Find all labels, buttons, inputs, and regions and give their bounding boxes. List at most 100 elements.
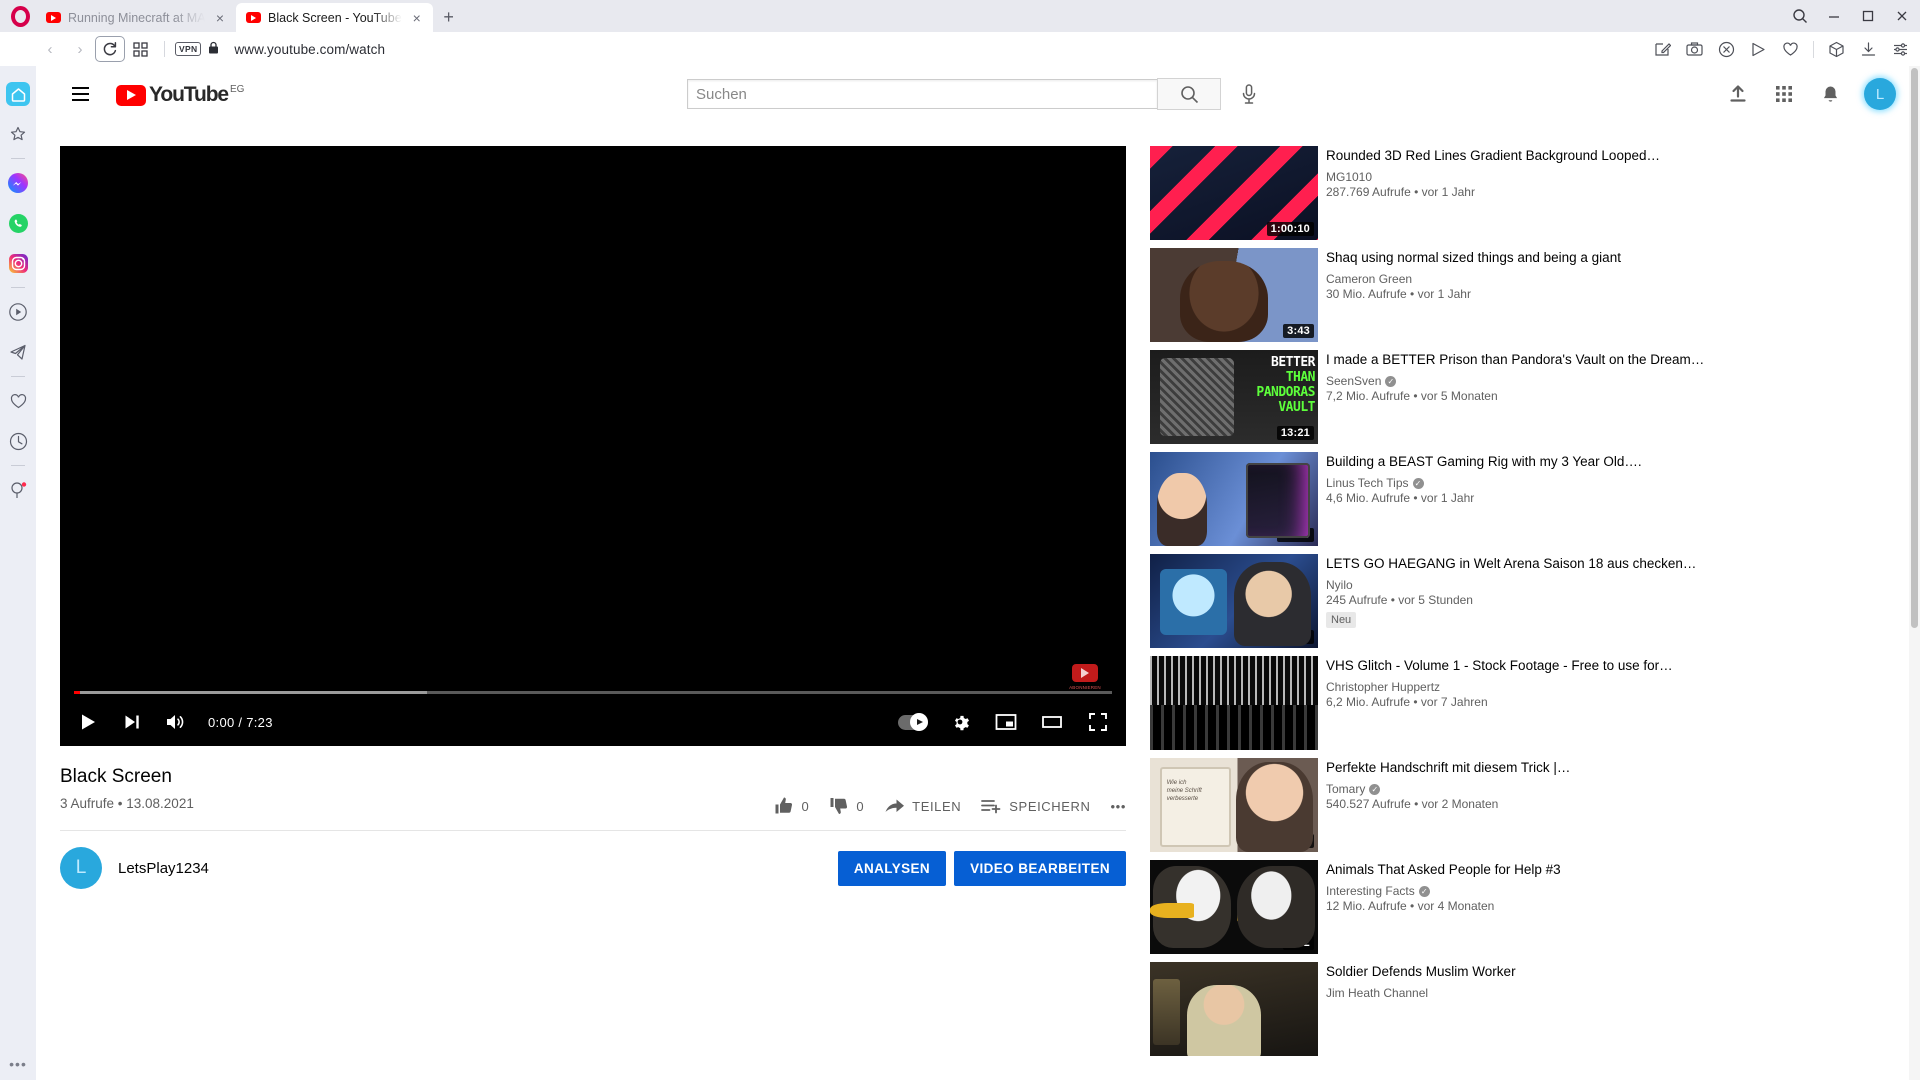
telegram-icon[interactable]: [6, 340, 30, 364]
youtube-apps-icon[interactable]: [1772, 82, 1796, 106]
send-icon[interactable]: [1749, 40, 1768, 59]
browser-tab-2-active[interactable]: Black Screen - YouTube ×: [236, 3, 433, 32]
sidebar-more-button[interactable]: •••: [0, 1056, 36, 1072]
more-actions-button[interactable]: •••: [1111, 799, 1126, 814]
channel-name[interactable]: Jim Heath Channel: [1326, 986, 1428, 1000]
save-button[interactable]: SPEICHERN: [981, 796, 1090, 816]
like-button[interactable]: 0: [774, 796, 809, 816]
video-title[interactable]: Soldier Defends Muslim Worker: [1326, 963, 1886, 981]
close-icon[interactable]: ×: [212, 11, 228, 25]
search-button[interactable]: [1157, 78, 1221, 110]
history-clock-icon[interactable]: [6, 429, 30, 453]
video-title[interactable]: LETS GO HAEGANG in Welt Arena Saison 18 …: [1326, 555, 1886, 573]
scrollbar-thumb[interactable]: [1911, 68, 1918, 628]
settings-gear-icon[interactable]: [946, 708, 974, 736]
video-thumbnail[interactable]: 3:43: [1150, 248, 1318, 342]
subscribe-watermark[interactable]: ABONNIEREN: [1068, 664, 1102, 694]
upload-video-icon[interactable]: [1726, 82, 1750, 106]
minimize-icon[interactable]: [1824, 6, 1844, 26]
video-title[interactable]: Building a BEAST Gaming Rig with my 3 Ye…: [1326, 453, 1886, 471]
page-scrollbar[interactable]: [1909, 66, 1920, 1080]
opera-logo-icon[interactable]: [4, 0, 36, 32]
video-title[interactable]: Animals That Asked People for Help #3: [1326, 861, 1886, 879]
list-item[interactable]: 40:01 VHS Glitch - Volume 1 - Stock Foot…: [1150, 656, 1886, 750]
theater-mode-icon[interactable]: [1038, 708, 1066, 736]
list-item[interactable]: 18:09 Building a BEAST Gaming Rig with m…: [1150, 452, 1886, 546]
tab-islands-icon[interactable]: [126, 37, 154, 61]
video-thumbnail[interactable]: [1150, 962, 1318, 1056]
heart-icon[interactable]: [1781, 40, 1800, 59]
video-thumbnail[interactable]: 6:42: [1150, 860, 1318, 954]
search-icon[interactable]: [1790, 6, 1810, 26]
channel-name[interactable]: LetsPlay1234: [118, 860, 209, 877]
fullscreen-icon[interactable]: [1084, 708, 1112, 736]
video-title[interactable]: VHS Glitch - Volume 1 - Stock Footage - …: [1326, 657, 1886, 675]
dislike-button[interactable]: 0: [829, 796, 864, 816]
miniplayer-icon[interactable]: [992, 708, 1020, 736]
channel-name[interactable]: Cameron Green: [1326, 272, 1412, 286]
heart-icon[interactable]: [6, 389, 30, 413]
video-player[interactable]: ABONNIEREN 0:00 / 7:23: [60, 146, 1126, 746]
analytics-button[interactable]: ANALYSEN: [837, 850, 947, 886]
list-item[interactable]: Wie ich meine Schrift verbesserte 9:41 Per…: [1150, 758, 1886, 852]
messenger-icon[interactable]: [6, 171, 30, 195]
account-avatar[interactable]: L: [1864, 78, 1896, 110]
video-thumbnail[interactable]: Wie ich meine Schrift verbesserte 9:41: [1150, 758, 1318, 852]
video-thumbnail[interactable]: 18:09: [1150, 452, 1318, 546]
microphone-icon[interactable]: [1229, 74, 1269, 114]
edit-page-icon[interactable]: [1653, 40, 1672, 59]
player-icon[interactable]: [6, 300, 30, 324]
channel-name[interactable]: Tomary: [1326, 782, 1365, 796]
video-title[interactable]: Shaq using normal sized things and being…: [1326, 249, 1886, 267]
video-thumbnail[interactable]: 10:10: [1150, 554, 1318, 648]
channel-avatar[interactable]: L: [60, 847, 102, 889]
snapshot-icon[interactable]: [1685, 40, 1704, 59]
home-icon[interactable]: [6, 82, 30, 106]
instagram-icon[interactable]: [6, 251, 30, 275]
back-button[interactable]: ‹: [36, 37, 64, 61]
play-button-icon[interactable]: [74, 708, 102, 736]
list-item[interactable]: 10:10 LETS GO HAEGANG in Welt Arena Sais…: [1150, 554, 1886, 648]
easy-setup-icon[interactable]: [1891, 40, 1910, 59]
autoplay-toggle[interactable]: [898, 713, 928, 731]
next-video-icon[interactable]: [118, 708, 146, 736]
browser-tab-1[interactable]: Running Minecraft at MAX ×: [36, 3, 236, 32]
video-title[interactable]: Rounded 3D Red Lines Gradient Background…: [1326, 147, 1886, 165]
video-thumbnail[interactable]: BETTER THAN PANDORAS VAULT 13:21: [1150, 350, 1318, 444]
video-title[interactable]: I made a BETTER Prison than Pandora's Va…: [1326, 351, 1886, 369]
ad-block-icon[interactable]: [1717, 40, 1736, 59]
url-text[interactable]: www.youtube.com/watch: [234, 42, 385, 57]
volume-icon[interactable]: [162, 708, 190, 736]
edit-video-button[interactable]: VIDEO BEARBEITEN: [954, 850, 1126, 886]
list-item[interactable]: BETTER THAN PANDORAS VAULT 13:21 I made a B…: [1150, 350, 1886, 444]
channel-name[interactable]: MG1010: [1326, 170, 1372, 184]
channel-name[interactable]: Linus Tech Tips: [1326, 476, 1409, 490]
crypto-wallet-icon[interactable]: [1827, 40, 1846, 59]
close-icon[interactable]: ×: [409, 11, 425, 25]
reload-icon[interactable]: [95, 36, 125, 62]
pinboard-icon[interactable]: [6, 478, 30, 502]
list-item[interactable]: 6:42 Animals That Asked People for Help …: [1150, 860, 1886, 954]
downloads-icon[interactable]: [1859, 40, 1878, 59]
favorites-star-icon[interactable]: [6, 122, 30, 146]
list-item[interactable]: 1:00:10 Rounded 3D Red Lines Gradient Ba…: [1150, 146, 1886, 240]
search-input[interactable]: [696, 85, 1149, 103]
whatsapp-icon[interactable]: [6, 211, 30, 235]
new-tab-button[interactable]: +: [433, 3, 465, 32]
video-thumbnail[interactable]: 40:01: [1150, 656, 1318, 750]
maximize-icon[interactable]: [1858, 6, 1878, 26]
video-thumbnail[interactable]: 1:00:10: [1150, 146, 1318, 240]
forward-button[interactable]: ›: [66, 37, 94, 61]
hamburger-menu-icon[interactable]: [60, 74, 100, 114]
share-button[interactable]: TEILEN: [884, 796, 961, 816]
vpn-badge[interactable]: VPN: [175, 42, 202, 56]
channel-name[interactable]: Nyilo: [1326, 578, 1353, 592]
youtube-logo[interactable]: YouTube EG: [116, 83, 244, 106]
video-title[interactable]: Perfekte Handschrift mit diesem Trick |…: [1326, 759, 1886, 777]
search-box[interactable]: [687, 79, 1157, 109]
channel-name[interactable]: SeenSven: [1326, 374, 1381, 388]
list-item[interactable]: Soldier Defends Muslim Worker Jim Heath …: [1150, 962, 1886, 1056]
progress-bar[interactable]: [74, 691, 1112, 694]
channel-name[interactable]: Christopher Huppertz: [1326, 680, 1440, 694]
channel-name[interactable]: Interesting Facts: [1326, 884, 1415, 898]
